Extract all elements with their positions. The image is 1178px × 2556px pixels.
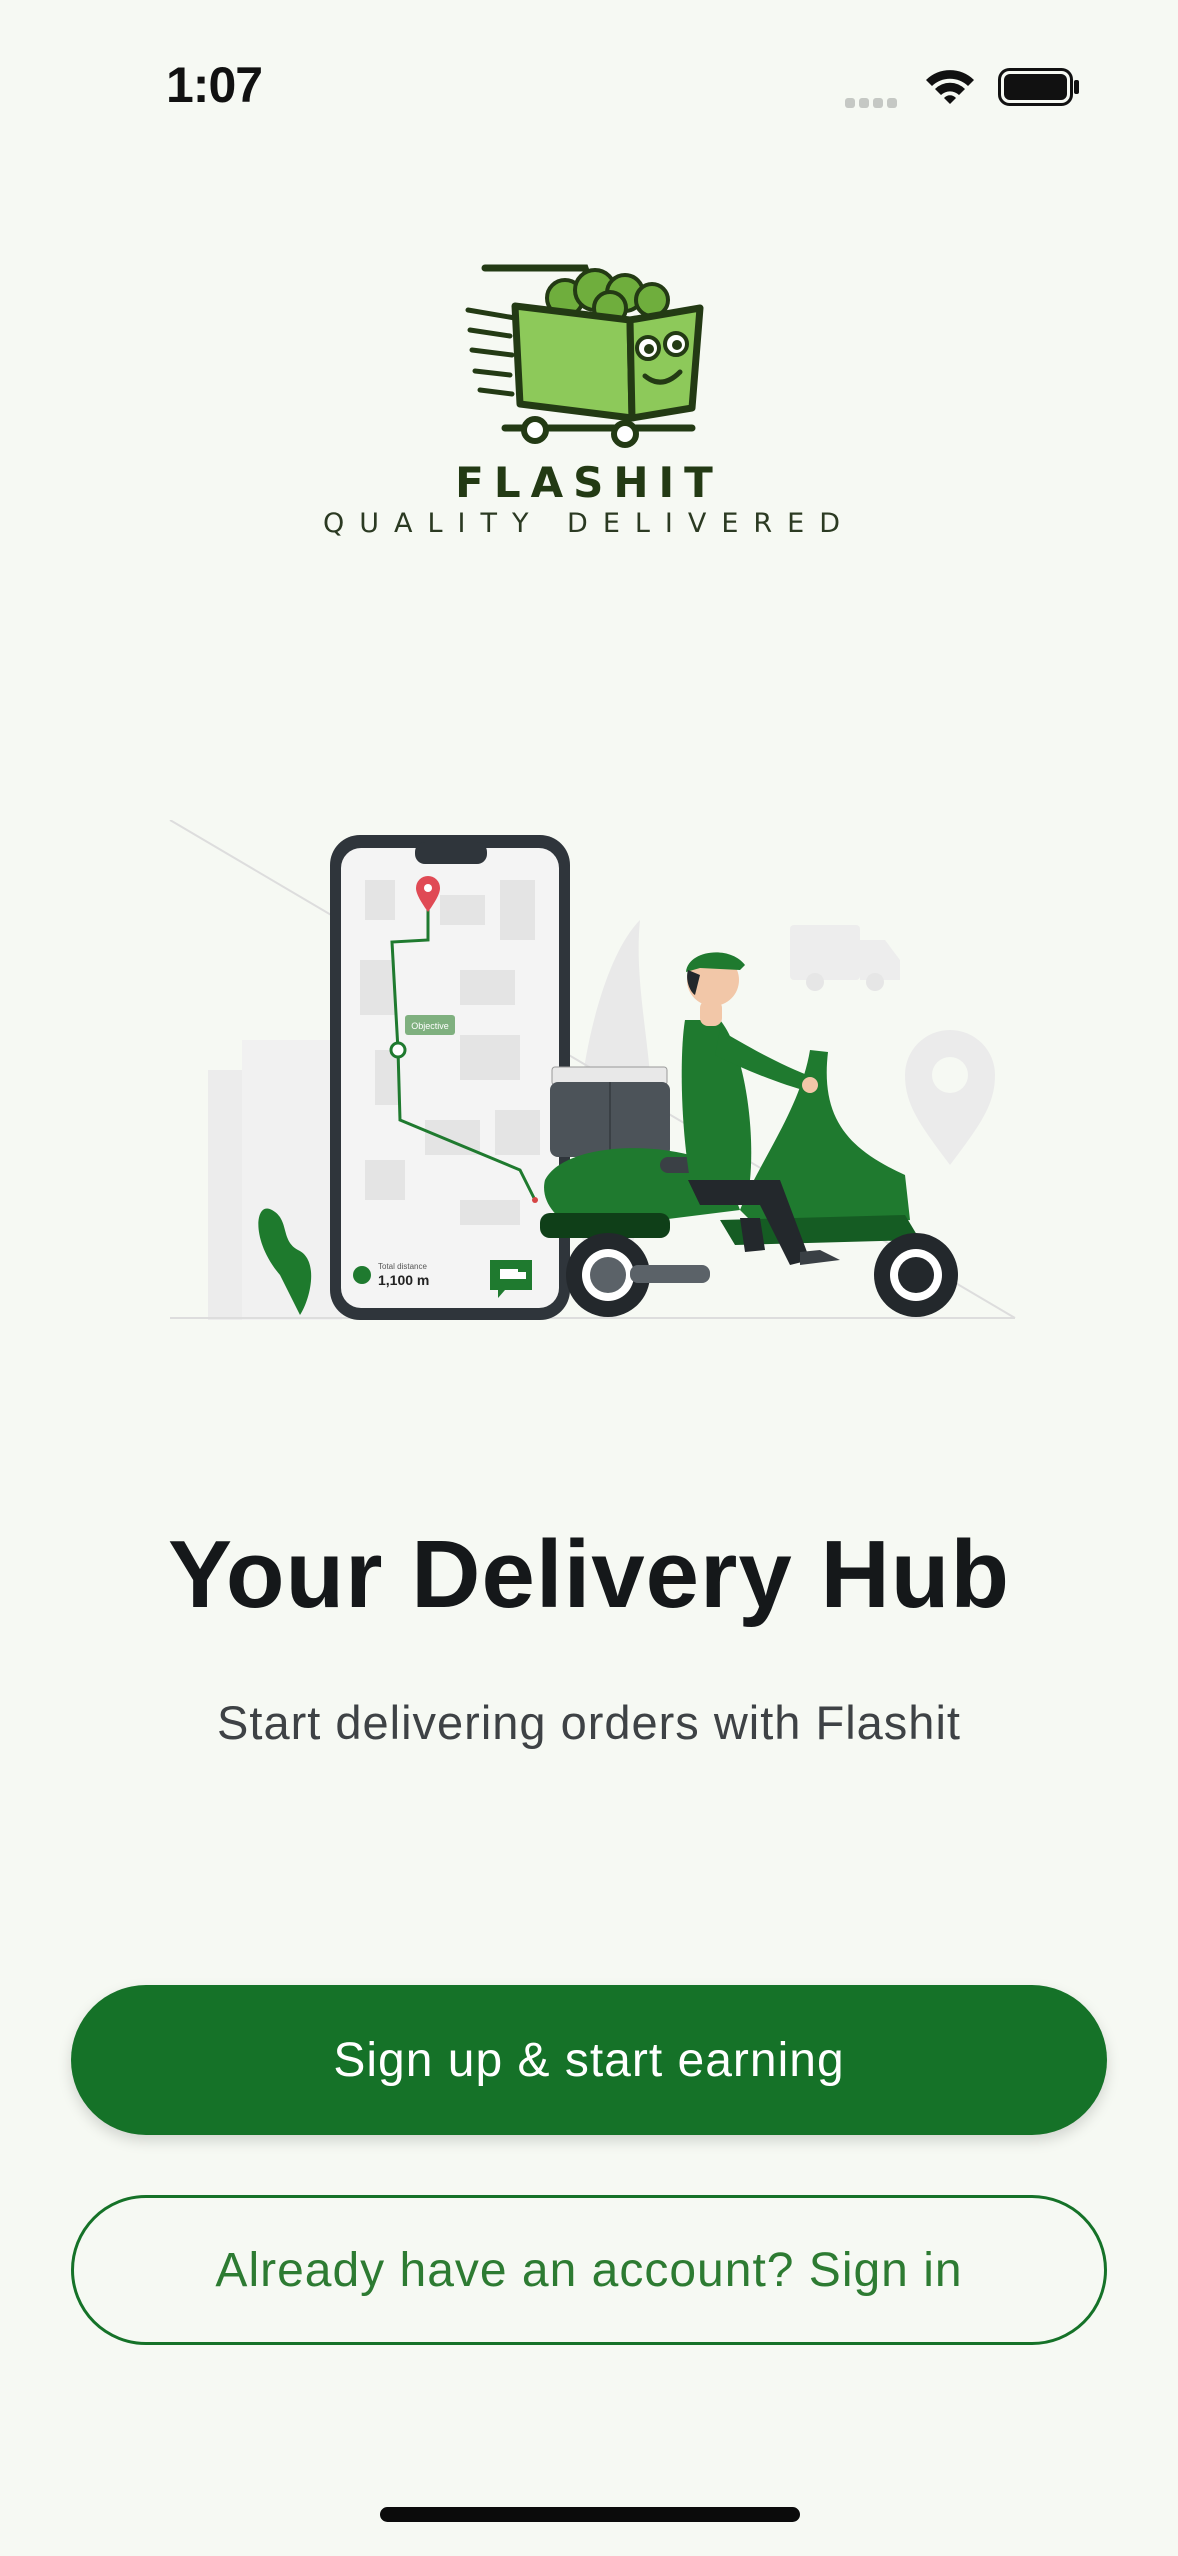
brand-tagline: QUALITY DELIVERED: [322, 508, 856, 539]
status-bar: 1:07: [0, 0, 1178, 150]
distance-value: 1,100 m: [378, 1272, 429, 1288]
cellular-icon: [845, 95, 905, 109]
delivery-illustration: Objective Total distance 1,100 m: [169, 820, 1016, 1320]
wifi-icon: [926, 70, 974, 104]
page-title: Your Delivery Hub: [167, 1521, 1011, 1628]
distance-label: Total distance: [378, 1262, 427, 1271]
map-label: Objective: [411, 1021, 449, 1031]
signup-button[interactable]: Sign up & start earning: [71, 1985, 1107, 2135]
signin-button[interactable]: Already have an account? Sign in: [71, 2195, 1107, 2345]
page-subtitle: Start delivering orders with Flashit: [217, 1696, 961, 1749]
brand-name: FLASHIT: [455, 458, 723, 507]
home-indicator[interactable]: [380, 2507, 800, 2522]
battery-icon: [998, 68, 1079, 106]
status-time: 1:07: [166, 57, 263, 113]
